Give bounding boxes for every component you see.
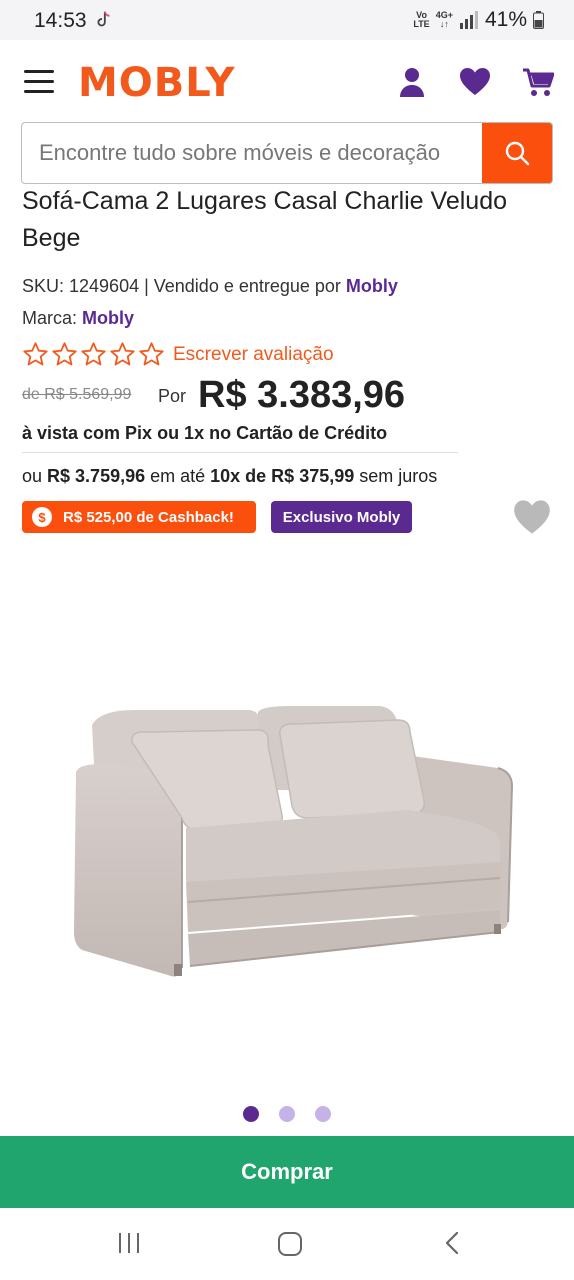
wishlist-heart-icon[interactable] bbox=[513, 499, 551, 535]
tiktok-notification-icon bbox=[97, 11, 110, 27]
rating: Escrever avaliação bbox=[22, 341, 334, 368]
lte-label: LTE bbox=[413, 19, 430, 29]
sku-line: SKU: 1249604 | Vendido e entregue por Mo… bbox=[22, 276, 398, 297]
installments-prefix: ou bbox=[22, 466, 48, 486]
price-row: de R$ 5.569,99 Por R$ 3.383,96 bbox=[22, 374, 542, 418]
star-icon[interactable] bbox=[51, 341, 78, 368]
star-icon[interactable] bbox=[22, 341, 49, 368]
brand-link[interactable]: Mobly bbox=[82, 308, 134, 328]
brand-line: Marca: Mobly bbox=[22, 308, 134, 329]
exclusive-label: Exclusivo Mobly bbox=[282, 508, 401, 526]
star-icon[interactable] bbox=[138, 341, 165, 368]
battery-percent: 41% bbox=[484, 8, 527, 31]
installments-total: R$ 3.759,96 bbox=[47, 466, 146, 486]
installments: ou R$ 3.759,96 em até 10x de R$ 375,99 s… bbox=[22, 466, 437, 487]
cashback-label: R$ 525,00 de Cashback! bbox=[63, 508, 234, 526]
back-icon[interactable] bbox=[440, 1230, 466, 1256]
carousel-dot[interactable] bbox=[243, 1106, 259, 1122]
old-price: de R$ 5.569,99 bbox=[22, 386, 132, 403]
seller-link[interactable]: Mobly bbox=[346, 276, 398, 296]
price-prefix: Por bbox=[158, 386, 187, 406]
search-bar bbox=[21, 122, 553, 184]
system-nav-bar bbox=[0, 1208, 574, 1280]
title-area: Sofá-Cama 2 Lugares Casal Charlie Veludo… bbox=[0, 190, 574, 270]
carousel-dot[interactable] bbox=[315, 1106, 331, 1122]
write-review-link[interactable]: Escrever avaliação bbox=[173, 344, 334, 366]
heart-icon[interactable] bbox=[459, 66, 491, 98]
battery-icon bbox=[533, 11, 544, 29]
search-button[interactable] bbox=[482, 123, 552, 183]
current-price: R$ 3.383,96 bbox=[198, 374, 406, 416]
logo[interactable]: MOBLY bbox=[78, 60, 236, 106]
home-icon[interactable] bbox=[276, 1230, 304, 1258]
data-arrows-icon: ↓↑ bbox=[439, 19, 449, 29]
product-title: Sofá-Cama 2 Lugares Casal Charlie Veludo… bbox=[22, 190, 507, 252]
buy-button[interactable]: Comprar bbox=[0, 1136, 574, 1208]
pix-note: à vista com Pix ou 1x no Cartão de Crédi… bbox=[22, 423, 388, 443]
star-icon[interactable] bbox=[109, 341, 136, 368]
cashback-badge: $ R$ 525,00 de Cashback! bbox=[22, 501, 256, 533]
sku-text: SKU: 1249604 | Vendido e entregue por bbox=[22, 276, 346, 296]
status-bar: 14:53 Vo LTE 4G+ ↓↑ 41% bbox=[0, 0, 574, 40]
menu-icon[interactable] bbox=[24, 70, 54, 96]
status-indicators: Vo LTE 4G+ ↓↑ 41% bbox=[413, 8, 544, 32]
page: 14:53 Vo LTE 4G+ ↓↑ 41% MOBLY Encontre t… bbox=[0, 0, 574, 1280]
network-indicator: 4G+ ↓↑ bbox=[436, 11, 453, 29]
installments-plan: 10x de R$ 375,99 bbox=[210, 466, 355, 486]
recent-apps-icon[interactable] bbox=[116, 1230, 142, 1256]
star-icon[interactable] bbox=[80, 341, 107, 368]
search-input[interactable] bbox=[22, 123, 484, 183]
signal-icon bbox=[459, 11, 478, 29]
installments-suffix: sem juros bbox=[354, 466, 438, 486]
header: MOBLY bbox=[0, 40, 574, 190]
product-image[interactable] bbox=[0, 560, 574, 1090]
volte-indicator: Vo LTE bbox=[413, 11, 429, 29]
carousel-dots bbox=[0, 1106, 574, 1122]
installments-middle: em até bbox=[145, 466, 211, 486]
divider bbox=[22, 452, 458, 453]
status-time: 14:53 bbox=[34, 9, 87, 32]
carousel-dot[interactable] bbox=[279, 1106, 295, 1122]
cashback-icon: $ bbox=[32, 507, 52, 527]
exclusive-badge: Exclusivo Mobly bbox=[271, 501, 412, 533]
brand-label: Marca: bbox=[22, 308, 83, 328]
user-icon[interactable] bbox=[396, 66, 428, 98]
search-icon bbox=[505, 141, 530, 166]
cart-icon[interactable] bbox=[522, 66, 554, 98]
